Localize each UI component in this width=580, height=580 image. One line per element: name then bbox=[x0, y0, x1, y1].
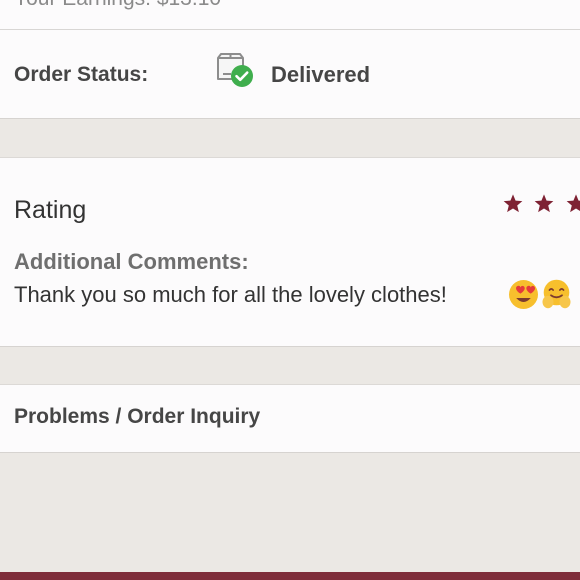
star-icon bbox=[503, 194, 523, 213]
order-inquiry-row[interactable]: Problems / Order Inquiry bbox=[0, 384, 580, 453]
rating-stars bbox=[502, 193, 580, 217]
rating-title: Rating bbox=[14, 196, 87, 224]
star-icon bbox=[535, 194, 554, 213]
row-divider bbox=[0, 29, 580, 30]
rating-card: Rating Additional Comments: Thank you so… bbox=[0, 157, 580, 347]
order-inquiry-label: Problems / Order Inquiry bbox=[14, 405, 261, 428]
order-status-label: Order Status: bbox=[14, 63, 149, 86]
order-status-value: Delivered bbox=[271, 62, 371, 87]
bottom-bar bbox=[0, 572, 580, 580]
package-delivered-icon bbox=[213, 52, 257, 90]
additional-comments-text: Thank you so much for all the lovely clo… bbox=[14, 282, 447, 307]
earnings-text: Your Earnings: $13.10 bbox=[14, 0, 221, 18]
additional-comments-label: Additional Comments: bbox=[14, 249, 249, 274]
heart-eyes-emoji-icon bbox=[508, 279, 539, 310]
star-icon bbox=[566, 194, 580, 213]
order-details-card: Your Earnings: $13.10 Order Status: Deli… bbox=[0, 0, 580, 119]
hugging-face-emoji-icon bbox=[541, 279, 572, 310]
